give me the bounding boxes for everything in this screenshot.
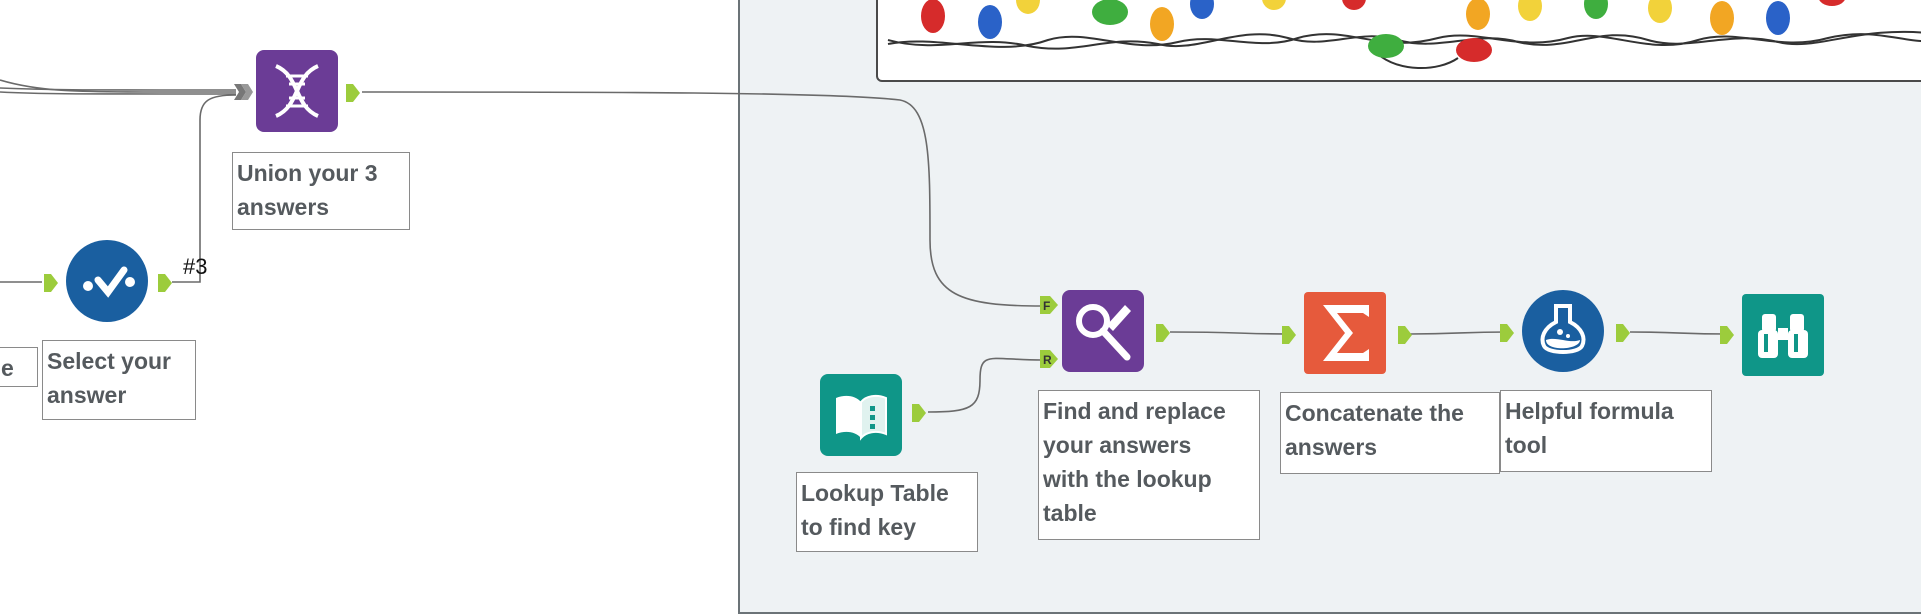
browse-tool[interactable] xyxy=(1742,294,1824,376)
find-replace-tool-label: Find and replace your answers with the l… xyxy=(1038,390,1260,540)
find-replace-F-anchor[interactable]: F xyxy=(1040,296,1058,314)
formula-tool[interactable] xyxy=(1522,290,1604,372)
dna-union-icon xyxy=(275,64,319,118)
lookup-tool-label: Lookup Table to find key xyxy=(796,472,978,552)
find-replace-tool[interactable] xyxy=(1062,290,1144,372)
summarize-tool-label: Concatenate the answers xyxy=(1280,392,1500,474)
summarize-input-anchor[interactable] xyxy=(1282,326,1296,344)
summarize-output-anchor[interactable] xyxy=(1398,326,1412,344)
binoculars-icon xyxy=(1758,314,1808,358)
browse-input-anchor[interactable] xyxy=(1720,326,1734,344)
lookup-input-tool[interactable] xyxy=(820,374,902,456)
union-input-anchor[interactable] xyxy=(234,84,254,100)
union-output-anchor[interactable] xyxy=(346,84,360,102)
book-input-icon xyxy=(836,394,887,441)
select-output-anchor[interactable] xyxy=(158,274,172,292)
connection-count-label: #3 xyxy=(183,254,208,279)
select-tool[interactable] xyxy=(66,240,148,322)
select-tool-label: Select your answer xyxy=(42,340,196,420)
svg-text:R: R xyxy=(1043,353,1052,367)
select-input-anchor[interactable] xyxy=(44,274,58,292)
check-circle-icon xyxy=(83,266,135,298)
formula-tool-label: Helpful formula tool xyxy=(1500,390,1712,472)
lookup-output-anchor[interactable] xyxy=(912,404,926,422)
union-tool-label: Union your 3 answers xyxy=(232,152,410,230)
summarize-tool[interactable] xyxy=(1304,292,1386,374)
formula-output-anchor[interactable] xyxy=(1616,324,1630,342)
find-replace-icon xyxy=(1076,304,1131,361)
svg-text:F: F xyxy=(1043,299,1050,313)
sigma-icon xyxy=(1323,305,1369,361)
left-partial-label: e xyxy=(0,347,38,387)
formula-input-anchor[interactable] xyxy=(1500,324,1514,342)
union-tool[interactable] xyxy=(256,50,338,132)
workflow-canvas[interactable]: e Union your 3 answers #3 Select your an… xyxy=(0,0,1921,614)
find-replace-output-anchor[interactable] xyxy=(1156,324,1170,342)
find-replace-R-anchor[interactable]: R xyxy=(1040,350,1058,368)
flask-icon xyxy=(1540,304,1586,354)
